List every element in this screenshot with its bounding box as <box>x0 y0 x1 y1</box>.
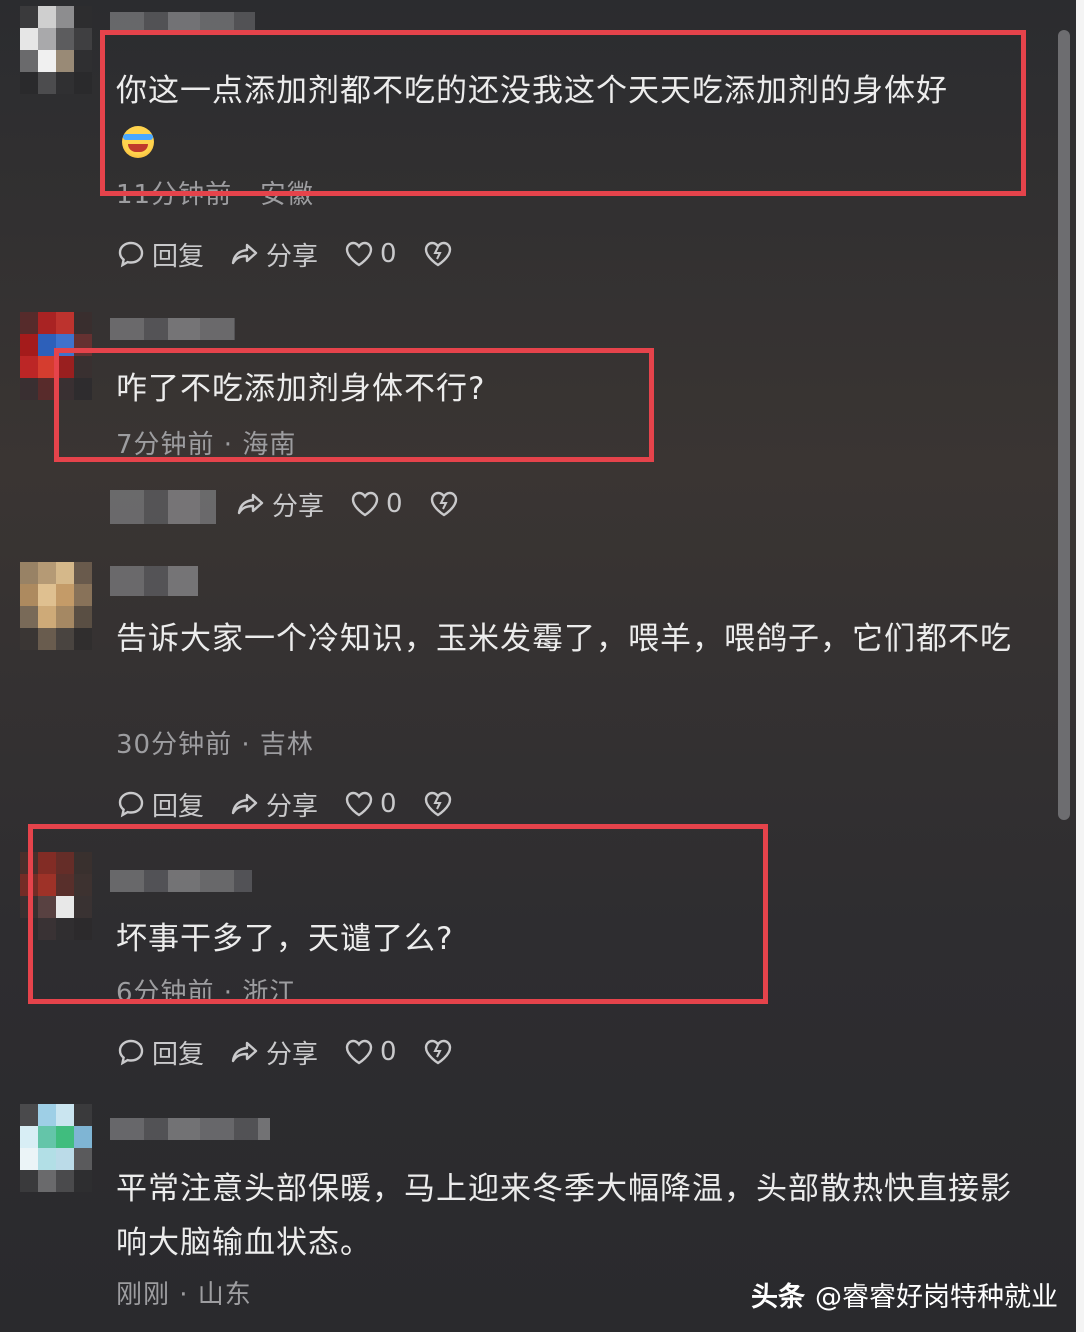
reply-bubble-icon <box>118 241 144 268</box>
scrollbar[interactable] <box>1058 30 1070 820</box>
avatar[interactable] <box>20 562 92 650</box>
reply-label: 回复 <box>152 791 205 822</box>
like-count: 0 <box>380 789 397 819</box>
reply-label: 回复 <box>152 1039 205 1070</box>
dislike-button[interactable] <box>429 489 465 519</box>
scroll-track <box>1076 0 1084 1332</box>
share-arrow-icon <box>231 243 258 265</box>
watermark-brand: 头条 <box>751 1282 805 1313</box>
comment-meta: 刚刚 · 山东 <box>116 1280 252 1310</box>
dislike-button[interactable] <box>423 789 459 819</box>
broken-heart-icon <box>424 241 451 267</box>
broken-heart-icon <box>430 491 457 517</box>
share-label: 分享 <box>266 241 319 272</box>
comment-actions: 回复 分享 0 <box>116 1034 485 1070</box>
share-arrow-icon <box>237 493 264 515</box>
heart-icon <box>351 491 379 517</box>
comment-actions: 回复 分享 0 <box>116 236 485 272</box>
like-count: 0 <box>380 1037 397 1067</box>
reply-label: 回复 <box>152 241 205 272</box>
comment-actions: 回复 分享 0 <box>116 786 485 822</box>
avatar[interactable] <box>20 1104 92 1192</box>
reply-button[interactable]: 回复 <box>116 236 204 273</box>
share-label: 分享 <box>266 791 319 822</box>
like-count: 0 <box>386 489 403 519</box>
heart-icon <box>345 1039 373 1065</box>
dislike-button[interactable] <box>423 239 459 269</box>
watermark-account: @睿睿好岗特种就业 <box>815 1282 1058 1313</box>
reply-button[interactable]: 回复 <box>116 786 204 823</box>
share-button[interactable]: 分享 <box>230 236 318 273</box>
username-blurred[interactable] <box>110 566 198 596</box>
reply-bubble-icon <box>118 1039 144 1066</box>
highlight-box-1 <box>100 30 1026 196</box>
share-arrow-icon <box>231 1041 258 1063</box>
username-blurred[interactable] <box>110 318 235 340</box>
highlight-box-2 <box>54 348 654 462</box>
heart-icon <box>345 791 373 817</box>
like-count: 0 <box>380 239 397 269</box>
comment-text: 平常注意头部保暖，马上迎来冬季大幅降温，头部散热快直接影响大脑输血状态。 <box>116 1171 1012 1261</box>
broken-heart-icon <box>424 791 451 817</box>
reply-bubble-icon <box>118 791 144 818</box>
avatar[interactable] <box>20 6 92 94</box>
heart-icon <box>345 241 373 267</box>
broken-heart-icon <box>424 1039 451 1065</box>
watermark: 头条 @睿睿好岗特种就业 <box>751 1275 1058 1314</box>
share-button[interactable]: 分享 <box>230 786 318 823</box>
reply-button[interactable]: 回复 <box>116 1034 204 1071</box>
comment-meta: 30分钟前 · 吉林 <box>116 730 314 760</box>
share-label: 分享 <box>266 1039 319 1070</box>
dislike-button[interactable] <box>423 1037 459 1067</box>
like-button[interactable]: 0 <box>344 239 397 269</box>
share-label: 分享 <box>272 491 325 522</box>
like-button[interactable]: 0 <box>344 1037 397 1067</box>
like-button[interactable]: 0 <box>344 789 397 819</box>
share-arrow-icon <box>231 793 258 815</box>
highlight-box-3 <box>28 824 768 1004</box>
reply-button-blurred[interactable] <box>110 490 216 524</box>
comment-actions: 分享 0 <box>236 486 491 522</box>
comment-text: 告诉大家一个冷知识，玉米发霉了，喂羊，喂鸽子，它们都不吃 <box>116 621 1012 657</box>
share-button[interactable]: 分享 <box>230 1034 318 1071</box>
like-button[interactable]: 0 <box>350 489 403 519</box>
share-button[interactable]: 分享 <box>236 486 324 523</box>
username-blurred[interactable] <box>110 1118 270 1140</box>
